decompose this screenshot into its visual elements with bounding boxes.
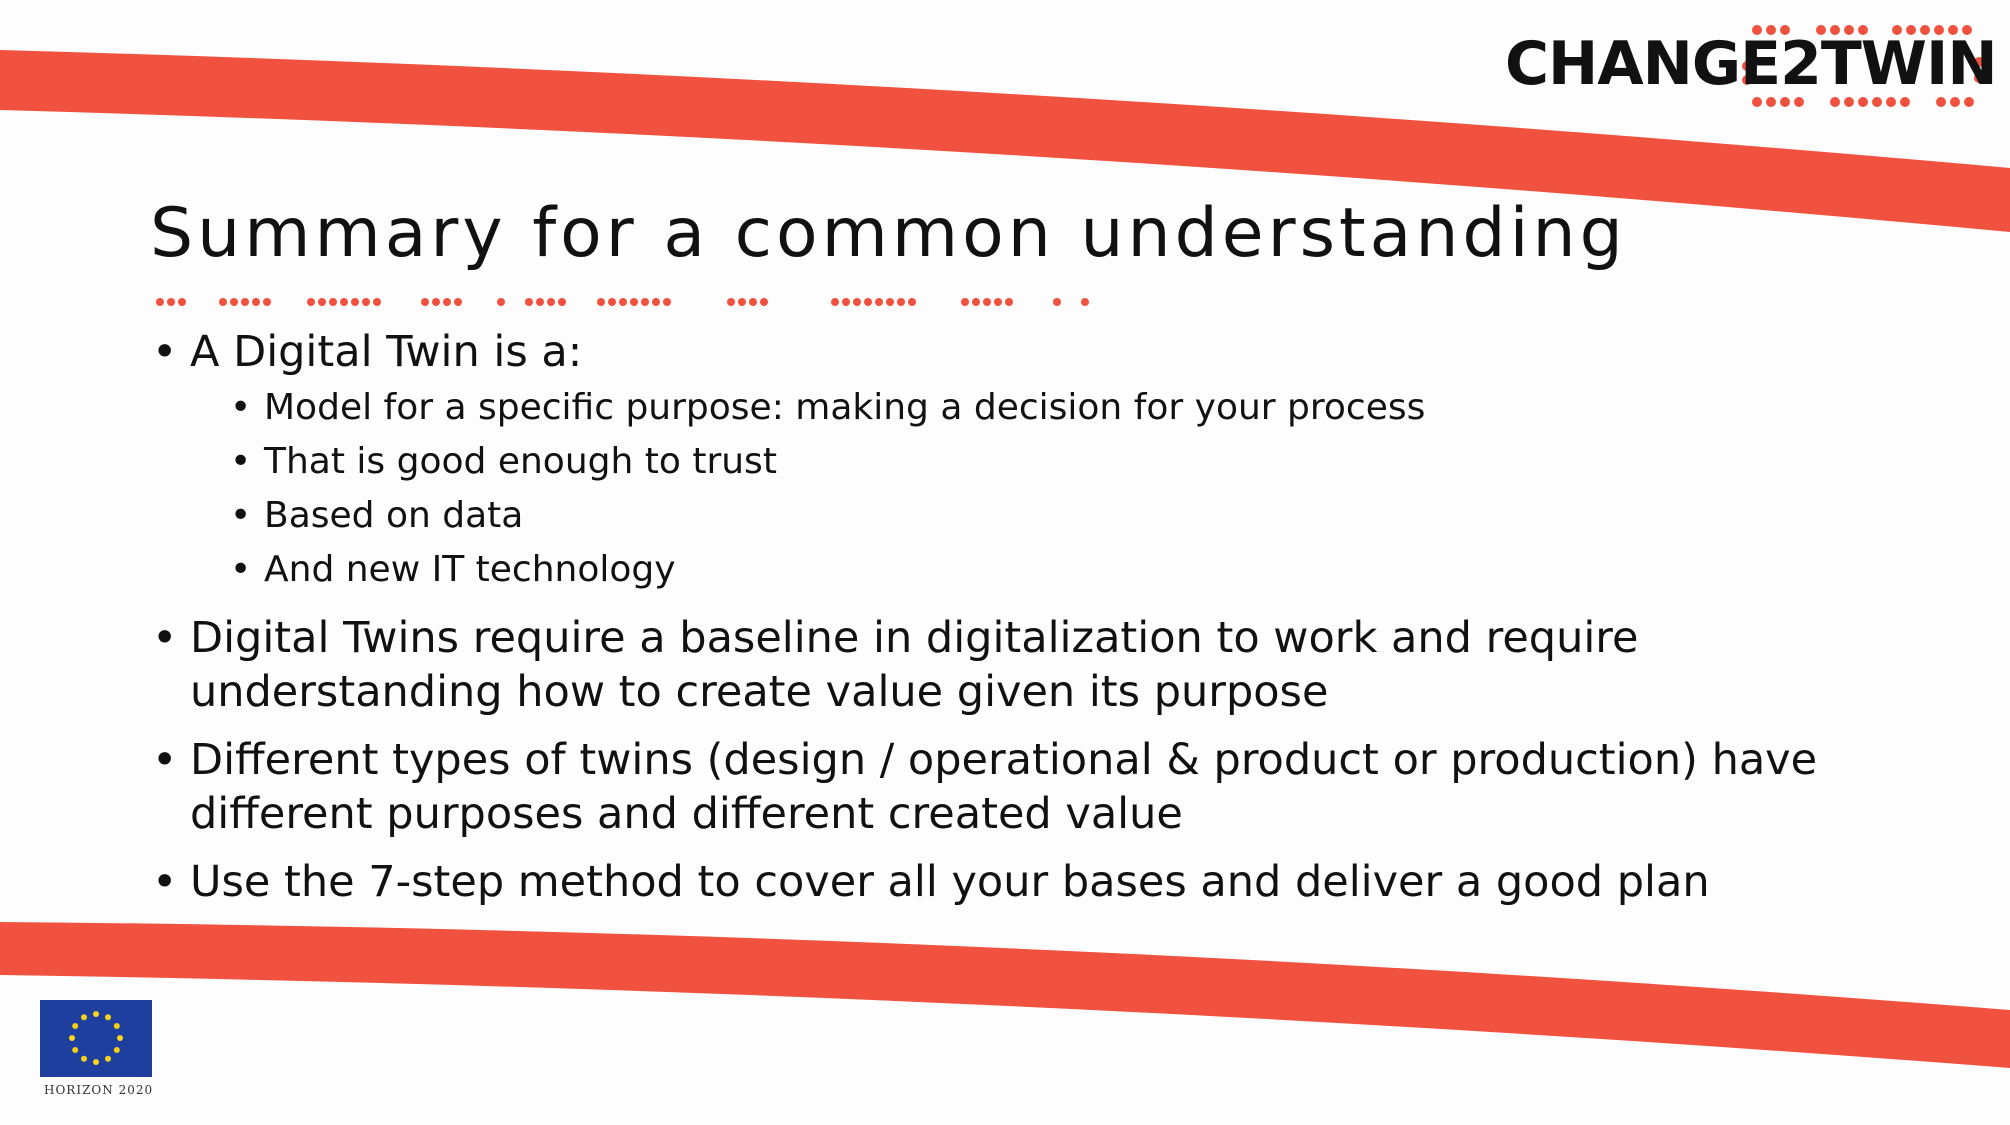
eu-flag-icon [40, 1000, 152, 1077]
slide-content: A Digital Twin is a: Model for a specifi… [150, 325, 1850, 909]
eu-star-icon [93, 1011, 99, 1017]
eu-star-icon [105, 1014, 111, 1021]
title-dot-underline [156, 298, 1089, 306]
slide: CHANGE2TWIN Summary for a common underst… [0, 0, 2010, 1125]
eu-star-icon [72, 1023, 79, 1029]
bullet-baseline-digitalization: Digital Twins require a baseline in digi… [150, 611, 1850, 719]
eu-star-icon [113, 1023, 120, 1029]
bullet-digital-twin-definition: A Digital Twin is a: [150, 325, 1850, 379]
bullet-types-of-twins: Different types of twins (design / opera… [150, 733, 1850, 841]
eu-star-icon [72, 1047, 79, 1053]
bullet-seven-step-method: Use the 7-step method to cover all your … [150, 855, 1850, 909]
eu-star-icon [81, 1055, 87, 1062]
sub-bullet: Based on data [230, 489, 1850, 543]
sub-bullet: And new IT technology [230, 543, 1850, 597]
eu-star-icon [105, 1055, 111, 1062]
eu-star-icon [117, 1035, 123, 1041]
eu-star-icon [113, 1047, 120, 1053]
sub-bullet-list: Model for a specific purpose: making a d… [230, 381, 1850, 597]
sub-bullet: That is good enough to trust [230, 435, 1850, 489]
change2twin-logo: CHANGE2TWIN [1495, 22, 1998, 117]
eu-star-icon [81, 1014, 87, 1021]
eu-star-icon [69, 1035, 75, 1041]
horizon-2020-label: HORIZON 2020 [44, 1083, 154, 1097]
logo-text: CHANGE2TWIN [1505, 29, 1998, 99]
sub-bullet: Model for a specific purpose: making a d… [230, 381, 1850, 435]
slide-title: Summary for a common understanding [150, 194, 1627, 273]
eu-star-icon [93, 1059, 99, 1065]
